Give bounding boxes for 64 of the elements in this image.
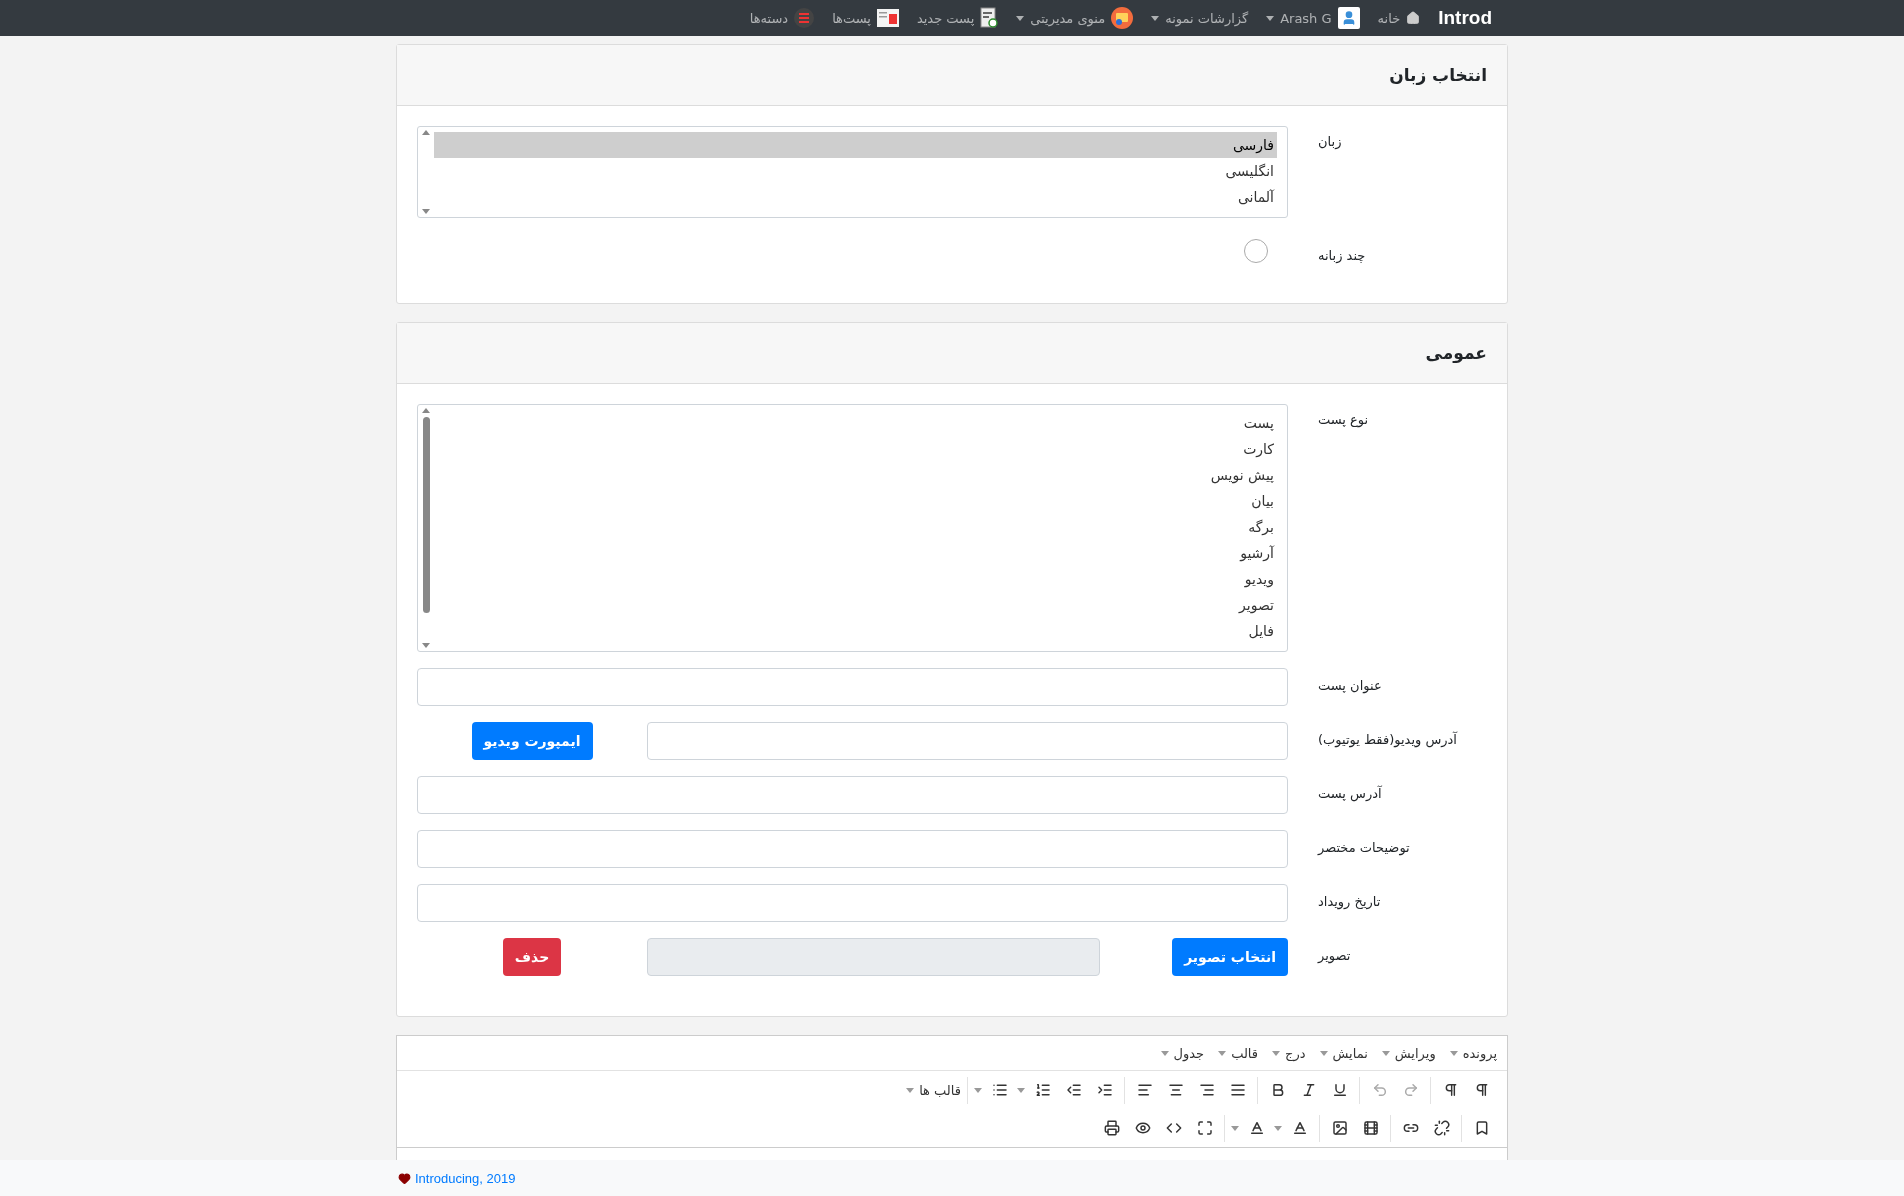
nav-link[interactable]: خانه bbox=[1377, 10, 1421, 26]
field-label: زبان bbox=[1318, 133, 1343, 149]
scrollbar[interactable] bbox=[421, 408, 431, 648]
caret-icon[interactable] bbox=[1017, 1087, 1025, 1093]
brand-link[interactable]: Introd bbox=[1438, 7, 1492, 29]
list-option[interactable]: فایل bbox=[434, 618, 1277, 644]
list-option[interactable]: آرشیو bbox=[434, 540, 1277, 566]
list-option[interactable]: کارت bbox=[434, 436, 1277, 462]
delete-button[interactable]: حذف bbox=[502, 938, 562, 976]
list-option[interactable]: ویدیو bbox=[434, 566, 1277, 592]
input-field[interactable] bbox=[647, 722, 1288, 760]
field-label: تاریخ رویداد bbox=[1318, 893, 1382, 909]
nav-link[interactable]: منوی مدیریتی bbox=[1016, 7, 1134, 29]
card-title: عمومی bbox=[397, 323, 1507, 384]
nav-link[interactable]: دسته‌ها bbox=[749, 8, 815, 28]
caret-icon[interactable] bbox=[1274, 1125, 1282, 1131]
caret-icon[interactable] bbox=[974, 1087, 982, 1093]
formats-dropdown[interactable]: قالب ها bbox=[906, 1082, 961, 1098]
input-field[interactable] bbox=[417, 776, 1288, 814]
footer-link[interactable]: Introducing, 2019 bbox=[415, 1170, 516, 1186]
nav-link[interactable]: پست‌ها bbox=[832, 9, 899, 27]
field-label: توضیحات مختصر bbox=[1318, 839, 1411, 855]
nav-link[interactable]: Arash G bbox=[1266, 7, 1360, 29]
field-label: چند زبانه bbox=[1318, 247, 1367, 263]
menu-item[interactable]: جدول bbox=[1160, 1045, 1205, 1061]
list-option[interactable]: برگه bbox=[434, 514, 1277, 540]
caret-icon[interactable] bbox=[1231, 1125, 1239, 1131]
import-video-button[interactable]: ایمپورت ویدیو bbox=[471, 722, 593, 760]
list-option[interactable]: تصویر bbox=[434, 592, 1277, 618]
choose-image-button[interactable]: انتخاب تصویر bbox=[1172, 938, 1288, 976]
menu-item[interactable]: درج bbox=[1272, 1045, 1306, 1061]
heart-icon bbox=[398, 1171, 411, 1185]
nav-link[interactable]: گزارشات نمونه bbox=[1151, 10, 1249, 26]
input-field[interactable] bbox=[417, 884, 1288, 922]
folder-gear-icon bbox=[1111, 7, 1134, 29]
radio-button[interactable] bbox=[1244, 238, 1268, 263]
input-field[interactable] bbox=[417, 668, 1288, 706]
list-option[interactable]: پیش نویس bbox=[434, 462, 1277, 488]
image-path-field[interactable] bbox=[647, 938, 1101, 976]
list-box[interactable]: پست کارت پیش نویس بیان برگه آرشیو ویدیو تصویر فایل bbox=[417, 404, 1288, 652]
category-icon bbox=[794, 8, 815, 28]
home-icon bbox=[1406, 11, 1421, 25]
field-label: آدرس ویدیو(فقط یوتیوب) bbox=[1318, 730, 1459, 747]
scrollbar[interactable] bbox=[421, 130, 431, 214]
card-title: انتخاب زبان bbox=[397, 45, 1507, 106]
menu-item[interactable]: ویرایش bbox=[1381, 1045, 1436, 1061]
article-icon bbox=[876, 9, 899, 27]
list-box[interactable]: فارسی انگلیسی آلمانی bbox=[417, 126, 1288, 218]
list-option[interactable]: پست bbox=[434, 410, 1277, 436]
menu-item[interactable]: نمایش bbox=[1319, 1045, 1368, 1061]
menu-item[interactable]: پرونده bbox=[1449, 1045, 1497, 1061]
nav-link[interactable]: پست جدید bbox=[916, 7, 999, 29]
field-label: آدرس پست bbox=[1318, 784, 1383, 801]
field-label: نوع پست bbox=[1318, 411, 1370, 427]
list-option[interactable]: بیان bbox=[434, 488, 1277, 514]
field-label: تصویر bbox=[1318, 947, 1352, 963]
list-option[interactable]: فارسی bbox=[434, 132, 1277, 158]
list-option[interactable]: آلمانی bbox=[434, 184, 1277, 210]
input-field[interactable] bbox=[417, 830, 1288, 868]
list-option[interactable]: انگلیسی bbox=[434, 158, 1277, 184]
document-add-icon bbox=[980, 7, 999, 29]
field-label: عنوان پست bbox=[1318, 677, 1383, 693]
menu-item[interactable]: قالب bbox=[1218, 1045, 1259, 1061]
user-avatar-icon bbox=[1337, 7, 1360, 29]
